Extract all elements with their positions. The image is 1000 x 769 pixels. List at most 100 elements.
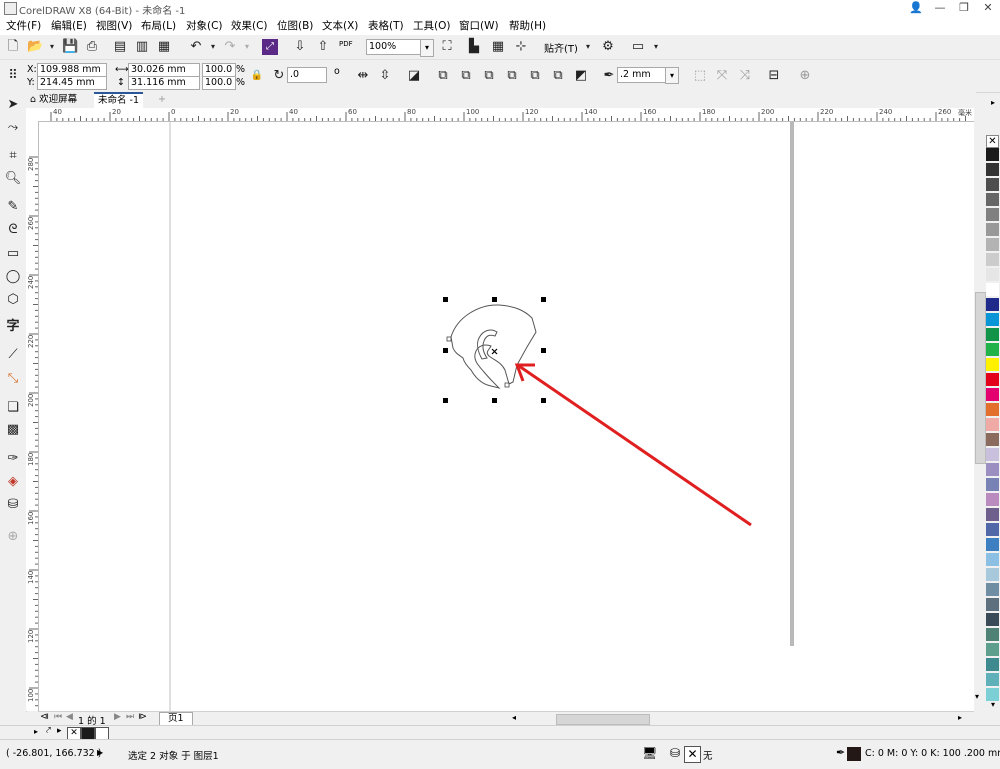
menu-help[interactable]: 帮助(H) [509,18,546,33]
head-outline-object[interactable] [450,304,537,389]
handle-bottom-middle[interactable] [492,398,497,403]
horizontal-ruler[interactable]: 40 20 0 20 40 60 80 100 120 140 160 180 200 220 240 260… [38,108,974,122]
freehand-tool-icon[interactable]: ✎ [3,198,23,216]
import-icon[interactable]: ⇩ [292,39,308,55]
copy-icon[interactable]: ▥ [134,39,150,55]
drawing-canvas[interactable] [39,122,974,711]
zoom-tool-icon[interactable]: 🔍︎ [3,170,23,188]
status-arrow-icon[interactable]: ▶ [97,748,103,757]
palette-swatch[interactable] [986,628,999,642]
fill-bucket-icon[interactable]: ⛁ [670,746,680,760]
redo-dropdown-icon[interactable]: ▾ [239,39,255,55]
next-page-arrow-icon[interactable]: ▶ [114,712,121,722]
height-field[interactable]: 31.116 mm [128,76,200,90]
palette-swatch[interactable] [986,403,999,417]
palette-swatch[interactable] [986,478,999,492]
scroll-down-arrow-icon[interactable]: ▾ [975,692,979,701]
eyedropper-tool-icon[interactable]: ✑ [3,450,23,468]
ellipse-tool-icon[interactable]: ◯ [3,268,23,286]
close-button[interactable]: ✕ [976,0,1000,16]
palette-swatch[interactable] [986,613,999,627]
publish-pdf-button[interactable]: PDF [339,40,353,48]
handle-bottom-right[interactable] [541,398,546,403]
palette-swatch[interactable] [986,598,999,612]
application-launcher-icon[interactable]: ▭ [630,39,646,55]
outline-width-select[interactable]: .2 mm [617,67,671,83]
outline-color-swatch[interactable] [847,747,861,761]
extract-subpath-icon[interactable]: ⤨ [737,68,753,84]
eyedropper-icon[interactable]: ⤤ [46,726,51,736]
menu-text[interactable]: 文本(X) [322,18,358,33]
launcher-dropdown-icon[interactable]: ▾ [648,39,664,55]
palette-swatch[interactable] [986,658,999,672]
add-page-icon[interactable]: ⧐ [138,712,147,722]
palette-swatch[interactable] [986,388,999,402]
shape-tool-icon[interactable]: ⤳ [3,119,23,137]
show-rulers-icon[interactable]: ▙ [466,39,482,55]
palette-swatch[interactable] [986,643,999,657]
outline-pen-status-icon[interactable]: ✒ [836,746,845,759]
user-icon[interactable]: 👤 [904,0,928,16]
palette-swatch[interactable] [986,418,999,432]
restore-button[interactable]: ❐ [952,0,976,16]
add-tool-icon[interactable]: ⊕ [3,528,23,546]
palette-swatch[interactable] [986,178,999,192]
polygon-tool-icon[interactable]: ⬡ [3,291,23,309]
new-document-icon[interactable]: 🗋 [5,39,21,55]
menu-bitmaps[interactable]: 位图(B) [277,18,313,33]
palette-swatch[interactable] [986,268,999,282]
align-distribute-icon[interactable]: ⊟ [766,68,782,84]
handle-top-middle[interactable] [492,297,497,302]
front-minus-back-icon[interactable]: ⧉ [527,68,543,84]
new-tab-plus-icon[interactable]: + [154,93,170,107]
convert-to-curves-icon[interactable]: ⬚ [692,68,708,84]
handle-middle-left[interactable] [443,348,448,353]
palette-swatch[interactable] [986,238,999,252]
menu-view[interactable]: 视图(V) [96,18,132,33]
palette-swatch[interactable] [986,193,999,207]
tab-document[interactable]: 未命名 -1 [94,92,143,108]
open-icon[interactable]: 📂 [27,39,43,55]
menu-object[interactable]: 对象(C) [186,18,223,33]
handle-top-right[interactable] [541,297,546,302]
break-apart-icon[interactable]: ⤧ [714,68,730,84]
scroll-left-arrow-icon[interactable]: ◂ [512,713,516,722]
lock-ratio-icon[interactable]: 🔒 [249,68,265,84]
palette-swatch[interactable] [986,283,999,297]
cut-icon[interactable]: ▤ [112,39,128,55]
zoom-dropdown-icon[interactable]: ▾ [420,39,434,57]
snap-to-button[interactable]: 贴齐(T) [544,40,578,55]
palette-scroll-up-icon[interactable]: ▸ [986,98,1000,108]
redo-icon[interactable]: ↷ [222,39,238,55]
parallel-dimension-tool-icon[interactable]: ⟋ [3,346,23,364]
palette-swatch[interactable] [986,328,999,342]
vertical-scroll-thumb[interactable] [975,292,986,464]
rotation-icon[interactable]: ↻ [271,68,287,84]
palette-swatch[interactable] [986,568,999,582]
no-color-swatch[interactable]: ✕ [986,135,999,148]
palette-swatch[interactable] [986,448,999,462]
outline-pen-icon[interactable]: ✒ [601,68,617,84]
trim-icon[interactable]: ⧉ [458,68,474,84]
vertical-scrollbar[interactable]: ▾ [974,122,986,711]
palette-swatch[interactable] [986,313,999,327]
combine-icon[interactable]: ◪ [406,68,422,84]
show-grid-icon[interactable]: ▦ [490,39,506,55]
minimize-button[interactable]: — [928,0,952,16]
vertical-ruler[interactable]: 280 260 240 220 200 180 160 140 120 100 [26,121,39,711]
menu-edit[interactable]: 编辑(E) [51,18,87,33]
snap-dropdown-icon[interactable]: ▾ [580,39,596,55]
x-position-field[interactable]: 109.988 mm [37,63,107,77]
intersect-icon[interactable]: ⧉ [481,68,497,84]
object-origin-icon[interactable]: ⠿ [5,68,21,84]
mirror-horizontal-icon[interactable]: ⇹ [355,68,371,84]
menu-window[interactable]: 窗口(W) [459,18,499,33]
artistic-media-tool-icon[interactable]: ᘓ [3,221,23,239]
palette-swatch[interactable] [986,508,999,522]
search-content-icon[interactable]: ⤢ [262,39,278,55]
export-icon[interactable]: ⇧ [315,39,331,55]
menu-file[interactable]: 文件(F) [6,18,41,33]
text-tool-icon[interactable]: 字 [3,318,23,336]
drop-shadow-tool-icon[interactable]: ❏ [3,399,23,417]
y-position-field[interactable]: 214.45 mm [37,76,107,90]
